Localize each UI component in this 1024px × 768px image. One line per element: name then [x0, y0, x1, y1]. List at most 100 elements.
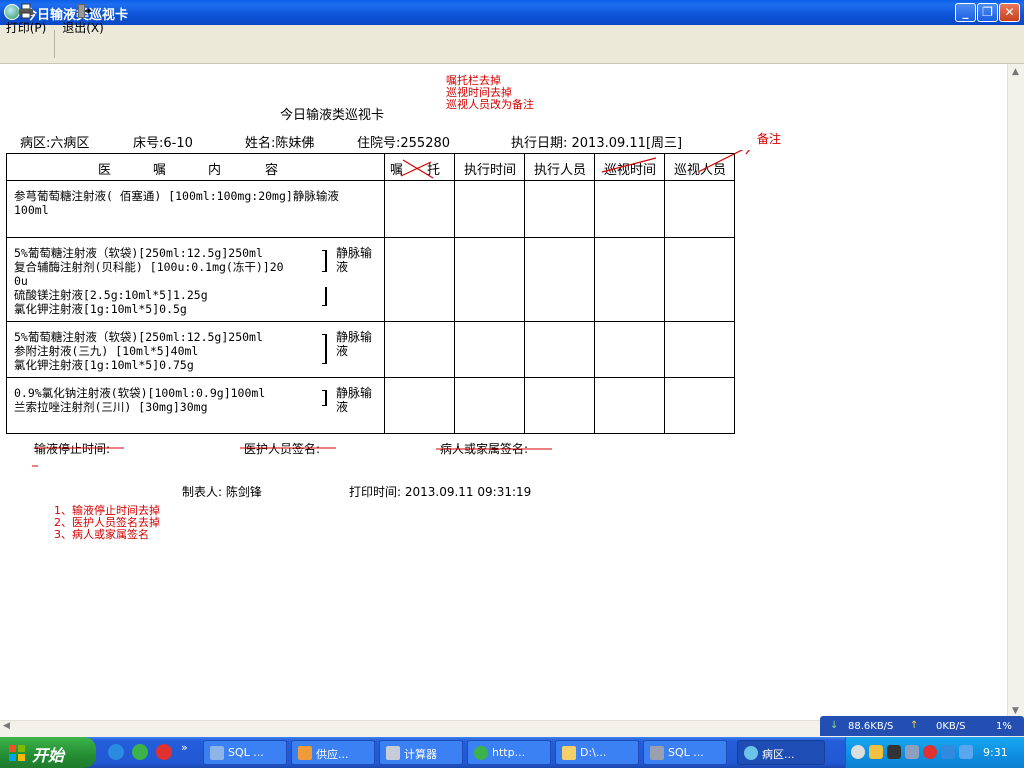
table-rule: [6, 180, 735, 181]
print-label: 打印(P): [5, 21, 47, 35]
toolbar-separator: [54, 30, 55, 58]
table-rule: [384, 153, 385, 434]
browser-icon: [474, 746, 488, 760]
start-label: 开始: [32, 746, 65, 765]
taskbar-item-label: D:\...: [580, 746, 607, 759]
exec-date-field: 执行日期: 2013.09.11[周三]: [511, 136, 683, 151]
minimize-button[interactable]: _: [955, 3, 976, 22]
bed-field: 床号:6-10: [133, 136, 193, 151]
block-tray-icon[interactable]: [923, 745, 937, 759]
taskbar-item[interactable]: 计算器: [379, 740, 463, 765]
table-rule: [6, 321, 735, 322]
table-rule: [6, 237, 735, 238]
scroll-up-arrow-icon[interactable]: ▲: [1008, 65, 1023, 80]
taskbar-item-label: SQL ...: [668, 746, 704, 759]
quicklaunch-weibo-icon[interactable]: [156, 744, 172, 760]
taskbar-item[interactable]: http...: [467, 740, 551, 765]
strike-mark-icon: [400, 159, 434, 179]
upload-arrow-icon: ↑: [910, 720, 919, 731]
table-rule: [524, 153, 525, 434]
vertical-scrollbar[interactable]: [1007, 64, 1024, 720]
taskbar-item-label: http...: [492, 746, 526, 759]
table-rule: [6, 153, 7, 434]
annotation-note: 3、病人或家属签名: [54, 528, 149, 541]
title-bar: [0, 0, 1024, 25]
taskbar-item[interactable]: SQL ...: [203, 740, 287, 765]
card-title: 今日输液类巡视卡: [280, 108, 385, 123]
quicklaunch-browser-icon[interactable]: [108, 744, 124, 760]
group-bracket: [322, 334, 327, 364]
volume-tray-icon[interactable]: [869, 745, 883, 759]
folder-icon: [562, 746, 576, 760]
maker-field: 制表人: 陈剑锋: [182, 485, 262, 499]
scroll-left-arrow-icon[interactable]: ◀: [3, 721, 10, 731]
column-header: 医: [98, 163, 112, 178]
network-tray-icon[interactable]: [887, 745, 901, 759]
group-bracket: [322, 287, 327, 306]
close-button[interactable]: ✕: [999, 3, 1020, 22]
download-speed: 88.6KB/S: [848, 721, 894, 732]
printer-icon: [4, 3, 48, 19]
table-rule: [6, 377, 735, 378]
calculator-icon: [386, 746, 400, 760]
taskbar-item[interactable]: 供应...: [291, 740, 375, 765]
settings-tray-icon[interactable]: [851, 745, 865, 759]
security-tray-icon[interactable]: [959, 745, 973, 759]
annotation-note-right: 备注: [757, 132, 782, 146]
taskbar-item-label: 病区...: [762, 748, 795, 761]
ime-tray-icon[interactable]: [905, 745, 919, 759]
column-header: 容: [265, 163, 279, 178]
annotation-note: 巡视人员改为备注: [446, 98, 534, 111]
shield-tray-icon[interactable]: [941, 745, 955, 759]
toolbar: [0, 25, 1024, 64]
route-label: 静脉输 液: [336, 246, 373, 274]
start-button[interactable]: 开始: [0, 737, 96, 768]
supply-app-icon: [298, 746, 312, 760]
sql-tool-icon: [650, 746, 664, 760]
table-rule: [6, 433, 735, 434]
taskbar-item-active[interactable]: 病区...: [737, 740, 825, 765]
strike-lines-icon: [32, 447, 552, 467]
annotation-arrow-icon: [601, 150, 750, 173]
maximize-button[interactable]: ❐: [977, 3, 998, 22]
taskbar-item-label: 计算器: [404, 748, 437, 761]
quicklaunch-more-icon[interactable]: »: [181, 741, 188, 754]
download-arrow-icon: ↓: [830, 720, 839, 731]
ward-app-icon: [744, 746, 758, 760]
column-header: 内: [208, 163, 222, 178]
taskbar-item[interactable]: SQL ...: [643, 740, 727, 765]
print-button[interactable]: 打印(P): [4, 3, 48, 35]
taskbar-item[interactable]: D:\...: [555, 740, 639, 765]
group-bracket: [322, 250, 327, 272]
order-content: 0.9%氯化钠注射液(软袋)[100ml:0.9g]100ml 兰索拉唑注射剂(…: [14, 386, 266, 414]
taskbar-item-label: SQL ...: [228, 746, 264, 759]
route-label: 静脉输 液: [336, 330, 373, 358]
group-bracket: [322, 390, 327, 406]
column-header: 执行时间: [463, 163, 516, 178]
cpu-percent: 1%: [996, 721, 1012, 732]
table-rule: [454, 153, 455, 434]
quicklaunch-ie-icon[interactable]: [132, 744, 148, 760]
exit-label: 退出(X): [62, 21, 104, 35]
upload-speed: 0KB/S: [936, 721, 966, 732]
exit-door-icon: [60, 3, 106, 19]
ward-field: 病区:六病区: [20, 136, 90, 151]
column-header: 嘱: [153, 163, 167, 178]
network-speed-widget: ↓ 88.6KB/S ↑ 0KB/S 1%: [820, 716, 1024, 736]
windows-logo-icon: [9, 745, 25, 761]
column-header: 执行人员: [533, 163, 586, 178]
print-time-field: 打印时间: 2013.09.11 09:31:19: [349, 485, 532, 499]
table-rule: [664, 153, 665, 434]
sql-window-icon: [210, 746, 224, 760]
admission-number-field: 住院号:255280: [357, 136, 451, 151]
taskbar-item-label: 供应...: [316, 748, 349, 761]
table-rule: [734, 153, 735, 434]
order-content: 参芎葡萄糖注射液( 佰塞通) [100ml:100mg:20mg]静脉输液 10…: [14, 189, 339, 217]
clock[interactable]: 9:31: [983, 746, 1008, 759]
order-content: 5%葡萄糖注射液（软袋)[250ml:12.5g]250ml 复合辅酶注射剂(贝…: [14, 246, 284, 316]
patient-name-field: 姓名:陈妹佛: [245, 136, 315, 151]
exit-button[interactable]: 退出(X): [60, 3, 106, 35]
table-rule: [594, 153, 595, 434]
route-label: 静脉输 液: [336, 386, 373, 414]
order-content: 5%葡萄糖注射液（软袋)[250ml:12.5g]250ml 参附注射液(三九)…: [14, 330, 263, 372]
